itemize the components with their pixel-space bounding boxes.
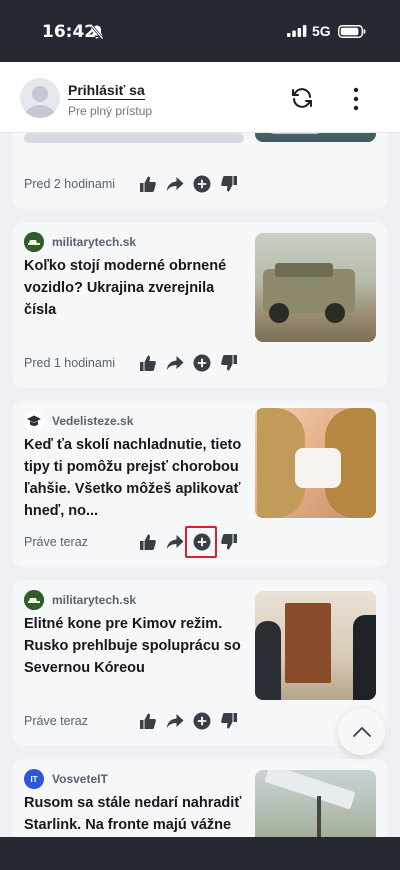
thumbs-down-icon[interactable] xyxy=(220,354,238,372)
user-placeholder-icon xyxy=(25,86,55,118)
scroll-to-top-button[interactable] xyxy=(338,708,385,755)
card-headline[interactable]: Koľko stojí moderné obrnené vozidlo? Ukr… xyxy=(24,255,250,321)
refresh-icon[interactable] xyxy=(290,86,314,110)
card-headline[interactable]: Keď ťa skolí nachladnutie, tieto tipy ti… xyxy=(24,434,250,522)
system-navigation-bar xyxy=(0,837,400,870)
thumbs-up-icon[interactable] xyxy=(139,175,157,193)
card-time: Práve teraz xyxy=(24,714,88,728)
bell-muted-icon xyxy=(90,24,104,40)
network-type: 5G xyxy=(312,23,331,39)
clipped-headline-line xyxy=(24,133,244,143)
battery-icon xyxy=(338,25,366,38)
card-source[interactable]: militarytech.sk xyxy=(24,590,136,610)
share-icon[interactable] xyxy=(166,175,184,193)
signal-icon xyxy=(287,25,307,37)
add-circle-icon[interactable] xyxy=(193,354,211,372)
card-headline[interactable]: Rusom sa stále nedarí nahradiť Starlink.… xyxy=(24,792,250,836)
thumbs-up-icon[interactable] xyxy=(139,533,157,551)
login-link[interactable]: Prihlásiť sa xyxy=(68,82,145,100)
card-headline[interactable]: Elitné kone pre Kimov režim. Rusko prehl… xyxy=(24,613,250,679)
login-subtitle: Pre plný prístup xyxy=(68,104,153,118)
card-source[interactable]: militarytech.sk xyxy=(24,232,136,252)
thumbs-up-icon[interactable] xyxy=(139,354,157,372)
status-time: 16:42 xyxy=(42,22,97,42)
card-thumbnail[interactable] xyxy=(255,770,376,837)
news-card[interactable]: IT VosveteIT Rusom sa stále nedarí nahra… xyxy=(12,759,388,837)
militarytech-logo-icon xyxy=(24,232,44,252)
status-bar: 16:42 5G xyxy=(0,0,400,62)
add-circle-icon[interactable] xyxy=(193,712,211,730)
news-card[interactable]: Pred 2 hodinami xyxy=(12,133,388,209)
card-source-name: Vedelisteze.sk xyxy=(52,414,134,428)
add-circle-icon[interactable] xyxy=(193,175,211,193)
thumbs-down-icon[interactable] xyxy=(220,712,238,730)
card-thumbnail[interactable] xyxy=(255,233,376,342)
vosveteit-logo-icon: IT xyxy=(24,769,44,789)
card-source-name: militarytech.sk xyxy=(52,593,137,607)
more-vertical-icon[interactable] xyxy=(344,86,368,112)
vedelisteze-logo-icon xyxy=(24,411,44,431)
chevron-up-icon xyxy=(352,726,371,737)
card-time: Pred 2 hodinami xyxy=(24,177,116,191)
share-icon[interactable] xyxy=(166,533,184,551)
card-thumbnail[interactable] xyxy=(255,591,376,700)
selection-highlight xyxy=(185,526,217,558)
card-thumbnail[interactable] xyxy=(255,408,376,518)
avatar[interactable] xyxy=(20,78,60,118)
card-actions xyxy=(139,712,238,730)
card-actions xyxy=(139,354,238,372)
card-time: Práve teraz xyxy=(24,535,88,549)
card-source[interactable]: Vedelisteze.sk xyxy=(24,411,133,431)
militarytech-logo-icon xyxy=(24,590,44,610)
thumbs-down-icon[interactable] xyxy=(220,175,238,193)
card-source-name: militarytech.sk xyxy=(52,235,137,249)
news-card[interactable]: militarytech.sk Elitné kone pre Kimov re… xyxy=(12,580,388,746)
share-icon[interactable] xyxy=(166,354,184,372)
news-card[interactable]: Vedelisteze.sk Keď ťa skolí nachladnutie… xyxy=(12,401,388,567)
card-source[interactable]: IT VosveteIT xyxy=(24,769,108,789)
thumbs-up-icon[interactable] xyxy=(139,712,157,730)
app-header: Prihlásiť sa Pre plný prístup xyxy=(0,62,400,133)
card-time: Pred 1 hodinami xyxy=(24,356,116,370)
thumbs-down-icon[interactable] xyxy=(220,533,238,551)
card-source-name: VosveteIT xyxy=(52,772,108,786)
card-thumbnail[interactable] xyxy=(255,133,376,142)
card-actions xyxy=(139,175,238,193)
news-card[interactable]: militarytech.sk Koľko stojí moderné obrn… xyxy=(12,222,388,388)
share-icon[interactable] xyxy=(166,712,184,730)
